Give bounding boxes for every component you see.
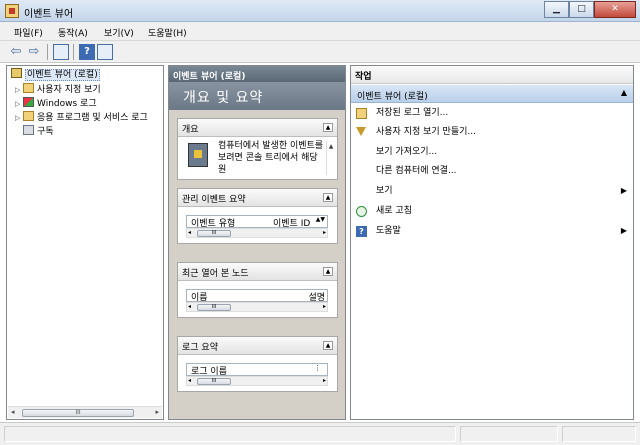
admin-events-section-header[interactable]: 관리 이벤트 요약 ▲ <box>178 189 337 207</box>
action-view[interactable]: 보기 ▶ <box>351 182 633 200</box>
overview-text: 컴퓨터에서 발생한 이벤트를 보려면 콘솔 트리에서 해당 원 <box>218 141 324 175</box>
forward-arrow-icon[interactable]: ⇨ <box>26 44 42 60</box>
event-viewer-large-icon <box>188 143 208 167</box>
actions-group-header[interactable]: 이벤트 뷰어 (로컬) ▲ <box>351 85 633 103</box>
filter-icon <box>356 127 366 136</box>
scroll-right-icon[interactable]: ▸ <box>323 229 326 236</box>
submenu-arrow-icon: ▶ <box>620 226 627 235</box>
custom-views-folder-icon <box>23 83 34 93</box>
scroll-right-icon[interactable]: ▸ <box>323 303 326 310</box>
menu-help[interactable]: 도움말(H) <box>148 26 187 39</box>
collapse-icon[interactable]: ▲ <box>323 123 333 132</box>
collapse-icon[interactable]: ▲ <box>323 267 333 276</box>
expand-arrow-icon[interactable]: ▷ <box>15 111 23 125</box>
help-icon[interactable]: ? <box>79 44 95 60</box>
log-summary-section: 로그 요약 ▲ 로그 이름 ⋮ ◂ III ▸ <box>177 336 338 392</box>
scroll-left-icon[interactable]: ◂ <box>188 303 191 310</box>
scroll-right-icon[interactable]: ▸ <box>155 408 159 416</box>
scroll-right-icon[interactable]: ▸ <box>323 377 326 384</box>
action-refresh[interactable]: 새로 고침 <box>351 202 633 220</box>
scroll-thumb[interactable]: III <box>197 304 231 311</box>
status-cell <box>4 426 456 442</box>
more-columns-icon[interactable]: ⋮ <box>314 364 321 372</box>
help-icon: ? <box>356 226 367 237</box>
close-button[interactable]: ✕ <box>594 1 636 18</box>
scroll-thumb[interactable]: III <box>197 378 231 385</box>
window-controls: ▁ □ ✕ <box>544 1 636 18</box>
menu-action[interactable]: 동작(A) <box>58 26 88 39</box>
recent-nodes-grid-header: 이름 설명 <box>186 289 328 303</box>
refresh-icon <box>356 206 367 217</box>
windows-logs-folder-icon <box>23 97 34 107</box>
subscriptions-icon <box>23 125 34 135</box>
log-summary-section-header[interactable]: 로그 요약 ▲ <box>178 337 337 355</box>
tree-item-windows-logs[interactable]: ▷ Windows 로그 <box>15 97 97 111</box>
menu-bar: 파일(F) 동작(A) 보기(V) 도움말(H) <box>0 22 640 41</box>
action-connect-other-computer[interactable]: 다른 컴퓨터에 연결... <box>351 162 633 180</box>
admin-events-grid-header: 이벤트 유형 이벤트 ID ▲▼ <box>186 215 328 229</box>
scroll-left-icon[interactable]: ◂ <box>188 229 191 236</box>
overview-section: 개요 ▲ 컴퓨터에서 발생한 이벤트를 보려면 콘솔 트리에서 해당 원 ▲▼ <box>177 118 338 180</box>
scroll-updown-icon[interactable]: ▲▼ <box>316 216 325 223</box>
scroll-thumb[interactable]: III <box>197 230 231 237</box>
minimize-button[interactable]: ▁ <box>544 1 569 18</box>
menu-file[interactable]: 파일(F) <box>14 26 43 39</box>
show-hide-console-tree-icon[interactable] <box>53 44 69 60</box>
admin-events-horizontal-scrollbar[interactable]: ◂ III ▸ <box>186 228 328 238</box>
submenu-arrow-icon: ▶ <box>620 186 627 195</box>
window-title: 이벤트 뷰어 <box>24 9 74 20</box>
action-help[interactable]: ? 도움말 ▶ <box>351 222 633 240</box>
toolbar-separator <box>47 44 48 60</box>
expand-arrow-icon[interactable]: ▷ <box>15 97 23 111</box>
actions-pane: 작업 이벤트 뷰어 (로컬) ▲ 저장된 로그 열기... 사용자 지정 보기 … <box>350 65 634 420</box>
log-summary-horizontal-scrollbar[interactable]: ◂ III ▸ <box>186 376 328 386</box>
recent-nodes-horizontal-scrollbar[interactable]: ◂ III ▸ <box>186 302 328 312</box>
tree-item-event-viewer-local[interactable]: 이벤트 뷰어 (로컬) <box>11 68 100 82</box>
maximize-button[interactable]: □ <box>569 1 594 18</box>
action-create-custom-view[interactable]: 사용자 지정 보기 만들기... <box>351 123 633 141</box>
menu-view[interactable]: 보기(V) <box>104 26 134 39</box>
event-viewer-app-icon <box>5 4 19 18</box>
recent-nodes-section-header[interactable]: 최근 열어 본 노드 ▲ <box>178 263 337 281</box>
title-bar: 이벤트 뷰어 ▁ □ ✕ <box>0 0 640 22</box>
show-action-pane-icon[interactable] <box>97 44 113 60</box>
tree-horizontal-scrollbar[interactable]: ◂ III ▸ <box>8 406 162 418</box>
actions-title: 작업 <box>351 66 633 84</box>
collapse-icon[interactable]: ▲ <box>323 341 333 350</box>
overview-vertical-scrollbar[interactable]: ▲▼ <box>326 141 335 175</box>
status-bar <box>0 422 640 445</box>
expand-arrow-icon[interactable]: ▷ <box>15 83 23 97</box>
action-import-view[interactable]: 보기 가져오기... <box>351 143 633 161</box>
tree-item-app-services-logs[interactable]: ▷ 응용 프로그램 및 서비스 로그 <box>15 111 163 125</box>
summary-banner: 개요 및 요약 <box>169 82 345 110</box>
scroll-thumb[interactable]: III <box>22 409 134 417</box>
recent-nodes-section: 최근 열어 본 노드 ▲ 이름 설명 ◂ III ▸ <box>177 262 338 318</box>
action-open-saved-log[interactable]: 저장된 로그 열기... <box>351 104 633 122</box>
log-summary-grid-header: 로그 이름 ⋮ <box>186 363 328 377</box>
summary-pane: 이벤트 뷰어 (로컬) 개요 및 요약 개요 ▲ 컴퓨터에서 발생한 이벤트를 … <box>168 65 346 420</box>
tree-item-custom-views[interactable]: ▷ 사용자 지정 보기 <box>15 83 101 97</box>
event-viewer-icon <box>11 68 22 78</box>
back-arrow-icon[interactable]: ⇦ <box>8 44 24 60</box>
admin-events-section: 관리 이벤트 요약 ▲ 이벤트 유형 이벤트 ID ▲▼ ◂ III ▸ <box>177 188 338 244</box>
collapse-up-icon[interactable]: ▲ <box>621 88 627 97</box>
toolbar: ⇦ ⇨ ? <box>0 41 640 63</box>
status-cell <box>460 426 558 442</box>
collapse-icon[interactable]: ▲ <box>323 193 333 202</box>
scroll-left-icon[interactable]: ◂ <box>11 408 15 416</box>
console-tree: 이벤트 뷰어 (로컬) ▷ 사용자 지정 보기 ▷ Windows 로그 ▷ 응용 프… <box>6 65 164 420</box>
summary-pane-header: 이벤트 뷰어 (로컬) <box>169 66 345 82</box>
overview-section-header[interactable]: 개요 ▲ <box>178 119 337 137</box>
tree-item-subscriptions[interactable]: 구독 <box>23 125 54 139</box>
status-cell <box>562 426 636 442</box>
scroll-left-icon[interactable]: ◂ <box>188 377 191 384</box>
app-services-logs-folder-icon <box>23 111 34 121</box>
open-folder-icon <box>356 108 367 119</box>
toolbar-separator <box>73 44 74 60</box>
